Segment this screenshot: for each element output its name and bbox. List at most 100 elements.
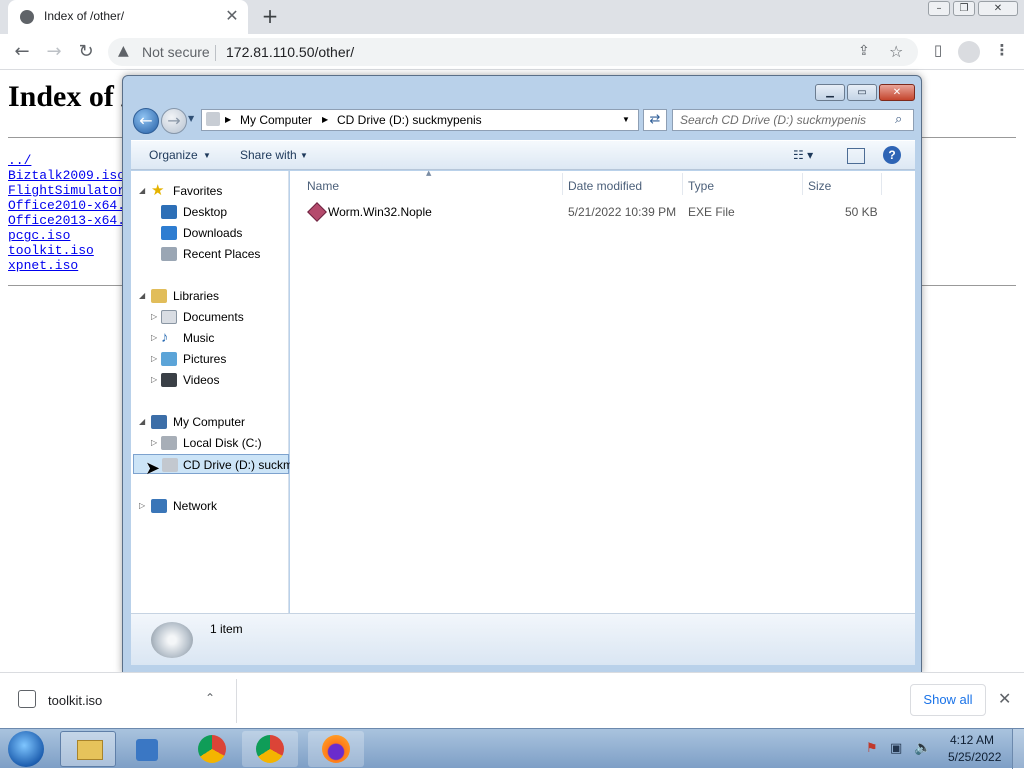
organize-button[interactable]: Organize (149, 148, 198, 162)
warning-icon[interactable]: ▲ (118, 43, 129, 59)
close-window-button[interactable]: ✕ (978, 1, 1018, 16)
divider[interactable] (802, 173, 803, 195)
chevron-right-icon[interactable]: ▶ (322, 115, 328, 124)
nav-recent-places[interactable]: Recent Places (151, 244, 260, 264)
chevron-down-icon: ▼ (203, 151, 211, 160)
taskbar-chrome-2[interactable] (242, 731, 298, 767)
show-all-button[interactable]: Show all (910, 684, 986, 716)
breadcrumb-item[interactable]: CD Drive (D:) suckmypenis (337, 113, 482, 127)
nav-local-disk[interactable]: ▷ Local Disk (C:) (151, 433, 262, 453)
downloads-icon (161, 226, 177, 240)
side-panel-icon[interactable]: ▯ (928, 41, 948, 59)
share-icon[interactable]: ⇪ (858, 43, 870, 59)
table-row[interactable]: Worm.Win32.Nople 5/21/2022 10:39 PM EXE … (290, 201, 900, 223)
chevron-right-icon[interactable]: ▶ (225, 115, 231, 124)
profile-avatar-icon[interactable] (958, 41, 980, 63)
preview-pane-icon[interactable] (847, 148, 865, 164)
refresh-icon[interactable]: ⇄ (643, 109, 667, 131)
folder-icon (77, 740, 103, 760)
recent-places-icon (161, 247, 177, 261)
explorer-close-button[interactable]: ✕ (879, 84, 915, 101)
bookmark-star-icon[interactable]: ☆ (889, 42, 903, 61)
nav-pictures[interactable]: ▷ Pictures (151, 349, 226, 369)
item-count: 1 item (210, 622, 243, 636)
back-arrow-icon[interactable]: ← (133, 108, 159, 134)
minimize-button[interactable]: – (928, 1, 950, 16)
divider[interactable] (562, 173, 563, 195)
forward-icon[interactable]: → (41, 40, 67, 64)
media-player-icon (136, 739, 158, 761)
forward-arrow-icon[interactable]: → (161, 108, 187, 134)
breadcrumb-item[interactable]: My Computer (240, 113, 312, 127)
recent-pages-dropdown-icon[interactable]: ▼ (188, 114, 194, 123)
close-shelf-icon[interactable]: ✕ (998, 689, 1011, 708)
nav-favorites[interactable]: ◢ ★ Favorites (139, 181, 222, 201)
download-shelf: toolkit.iso ⌃ Show all ✕ (0, 672, 1024, 728)
videos-icon (161, 373, 177, 387)
chrome-icon (198, 735, 226, 763)
show-desktop-button[interactable] (1012, 729, 1024, 769)
network-tray-icon[interactable]: ▣ (890, 741, 902, 756)
nav-downloads[interactable]: Downloads (151, 223, 242, 243)
column-header-size[interactable]: Size (808, 179, 831, 193)
tab-strip: Index of /other/ ✕ + – ❐ ✕ (0, 0, 1024, 34)
chevron-down-icon: ▼ (300, 151, 308, 160)
nav-network[interactable]: ▷ Network (139, 496, 217, 516)
nav-music[interactable]: ▷ ♪ Music (151, 328, 214, 348)
divider[interactable] (881, 173, 882, 195)
menu-kebab-icon[interactable]: ⋮ (992, 41, 1012, 59)
documents-icon (161, 310, 177, 324)
nav-desktop[interactable]: Desktop (151, 202, 227, 222)
iso-file-icon (18, 690, 36, 708)
view-options-icon[interactable]: ☷ ▾ (793, 148, 813, 162)
action-center-flag-icon[interactable]: ⚑ (866, 741, 878, 756)
taskbar-explorer[interactable] (60, 731, 116, 767)
address-dropdown-icon[interactable]: ▼ (622, 115, 630, 124)
divider[interactable] (682, 173, 683, 195)
clock-time[interactable]: 4:12 AM (950, 733, 994, 747)
browser-tab[interactable]: Index of /other/ ✕ (8, 0, 248, 34)
taskbar: ⚑ ▣ 🔈 4:12 AM 5/25/2022 (0, 728, 1024, 769)
divider (215, 45, 216, 61)
file-size: 50 KB (845, 205, 878, 219)
file-date: 5/21/2022 10:39 PM (568, 205, 677, 219)
download-filename[interactable]: toolkit.iso (48, 693, 102, 708)
column-header-date[interactable]: Date modified (568, 179, 642, 193)
nav-documents[interactable]: ▷ Documents (151, 307, 244, 327)
taskbar-chrome[interactable] (184, 731, 240, 767)
divider (236, 679, 237, 723)
taskbar-media-player[interactable] (120, 731, 176, 767)
restore-button[interactable]: ❐ (953, 1, 975, 16)
cd-drive-icon (206, 112, 220, 126)
volume-icon[interactable]: 🔈 (914, 740, 931, 756)
help-icon[interactable]: ? (883, 146, 901, 164)
clock-date[interactable]: 5/25/2022 (948, 750, 1001, 764)
back-icon[interactable]: ← (9, 40, 35, 64)
file-name[interactable]: Worm.Win32.Nople (328, 205, 432, 219)
nav-videos[interactable]: ▷ Videos (151, 370, 219, 390)
start-button[interactable] (8, 731, 44, 767)
nav-my-computer[interactable]: ◢ My Computer (139, 412, 245, 432)
search-icon[interactable]: ⌕ (895, 112, 902, 127)
address-row: ← → ▼ ▶ My Computer ▶ CD Drive (D:) suck… (131, 106, 915, 136)
tab-close-icon[interactable]: ✕ (222, 6, 242, 26)
explorer-address-bar[interactable]: ▶ My Computer ▶ CD Drive (D:) suckmypeni… (201, 109, 639, 131)
new-tab-button[interactable]: + (258, 5, 282, 29)
explorer-maximize-button[interactable]: ▭ (847, 84, 877, 101)
details-pane: 1 item (131, 613, 915, 665)
command-bar: Organize ▼ Share with ▼ ☷ ▾ ? (131, 140, 915, 170)
explorer-minimize-button[interactable]: ▁ (815, 84, 845, 101)
column-header-type[interactable]: Type (688, 179, 714, 193)
column-header-name[interactable]: Name (307, 179, 339, 193)
taskbar-firefox[interactable] (308, 731, 364, 767)
nav-libraries[interactable]: ◢ Libraries (139, 286, 219, 306)
security-label[interactable]: Not secure (142, 44, 210, 60)
desktop-icon (161, 205, 177, 219)
chevron-up-icon[interactable]: ⌃ (205, 691, 215, 705)
reload-icon[interactable]: ↻ (73, 40, 99, 64)
url-text[interactable]: 172.81.110.50/other/ (226, 44, 354, 60)
explorer-search-input[interactable]: Search CD Drive (D:) suckmypenis ⌕ (672, 109, 914, 131)
hard-disk-icon (161, 436, 177, 450)
share-with-button[interactable]: Share with (240, 148, 297, 162)
address-bar[interactable]: ▲ Not secure 172.81.110.50/other/ ⇪ ☆ (108, 38, 918, 66)
